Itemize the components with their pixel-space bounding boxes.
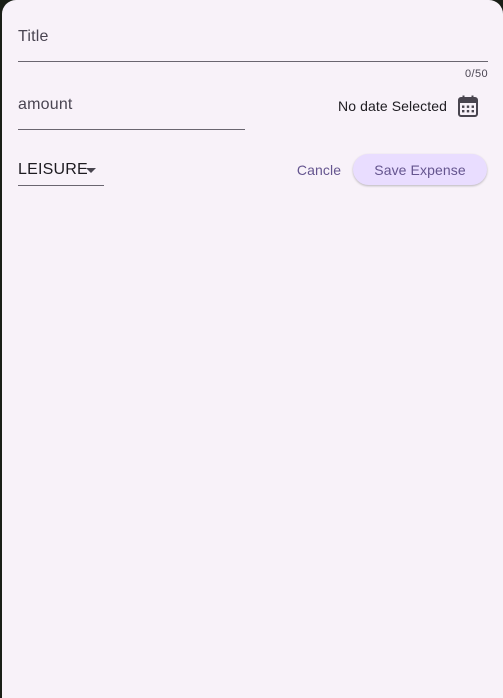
date-picker-button[interactable]: [454, 92, 482, 120]
title-input[interactable]: Title: [18, 20, 488, 62]
save-expense-button[interactable]: Save Expense: [353, 154, 487, 185]
dropdown-arrow-icon: [86, 168, 96, 173]
amount-input-label: amount: [18, 96, 73, 113]
category-selected-value: LEISURE: [18, 161, 88, 178]
category-dropdown[interactable]: LEISURE: [18, 152, 104, 186]
title-input-label: Title: [18, 28, 49, 45]
bottom-sheet: Title 0/50 amount No date Selected LEISU…: [2, 0, 503, 698]
amount-input[interactable]: amount: [18, 88, 245, 130]
cancel-button[interactable]: Cancle: [292, 155, 346, 185]
calendar-icon: [458, 95, 478, 117]
title-character-counter: 0/50: [464, 68, 488, 80]
selected-date-text: No date Selected: [338, 98, 448, 114]
